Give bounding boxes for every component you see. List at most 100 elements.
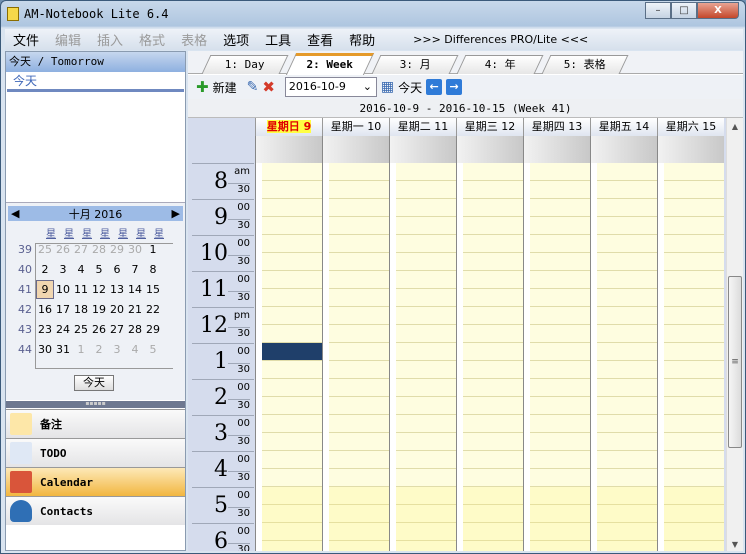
day-column[interactable] — [590, 163, 657, 551]
prev-month-button[interactable]: ◀ — [11, 207, 19, 220]
calendar-day[interactable]: 16 — [36, 303, 54, 316]
menu-item[interactable]: 编辑 — [47, 30, 89, 49]
calendar-day[interactable]: 25 — [36, 243, 54, 256]
calendar-day[interactable]: 20 — [108, 303, 126, 316]
all-day-area[interactable] — [523, 136, 590, 163]
all-day-area[interactable] — [255, 136, 322, 163]
calendar-event[interactable] — [262, 343, 322, 360]
nav-item-备注[interactable]: 备注 — [6, 409, 185, 438]
next-week-button[interactable]: → — [446, 79, 463, 95]
calendar-day[interactable]: 23 — [36, 323, 54, 336]
calendar-day[interactable]: 3 — [54, 263, 72, 276]
today-item[interactable]: 今天 — [7, 73, 184, 92]
all-day-area[interactable] — [322, 136, 389, 163]
prev-week-button[interactable]: ← — [426, 79, 443, 95]
minimize-button[interactable]: – — [645, 2, 671, 19]
calendar-day[interactable]: 4 — [72, 263, 90, 276]
calendar-day[interactable]: 2 — [90, 343, 108, 356]
tab-2[interactable]: 2: Week — [285, 53, 375, 75]
differences-link[interactable]: >>> Differences PRO/Lite <<< — [405, 33, 596, 46]
all-day-area[interactable] — [590, 136, 657, 163]
splitter-handle[interactable]: ▪▪▪▪▪ — [6, 401, 185, 408]
day-column[interactable] — [657, 163, 724, 551]
calendar-day[interactable]: 4 — [126, 343, 144, 356]
calendar-day[interactable]: 27 — [72, 243, 90, 256]
calendar-day[interactable]: 28 — [126, 323, 144, 336]
calendar-day[interactable]: 22 — [144, 303, 162, 316]
calendar-day[interactable]: 18 — [72, 303, 90, 316]
calendar-day[interactable]: 30 — [36, 343, 54, 356]
tab-3[interactable]: 3: 月 — [371, 55, 459, 74]
calendar-day[interactable]: 5 — [144, 343, 162, 356]
calendar-day[interactable]: 8 — [144, 263, 162, 276]
all-day-area[interactable] — [456, 136, 523, 163]
calendar-day[interactable]: 1 — [144, 243, 162, 256]
day-header[interactable]: 星期四 13 — [523, 118, 590, 136]
calendar-day[interactable]: 14 — [126, 283, 144, 296]
day-header[interactable]: 星期三 12 — [456, 118, 523, 136]
menu-item[interactable]: 帮助 — [341, 30, 383, 49]
calendar-day[interactable]: 24 — [54, 323, 72, 336]
calendar-day[interactable]: 2 — [36, 263, 54, 276]
day-column[interactable] — [523, 163, 590, 551]
day-column[interactable] — [389, 163, 456, 551]
scroll-up-icon[interactable]: ▲ — [727, 122, 743, 131]
tab-4[interactable]: 4: 年 — [456, 55, 544, 74]
day-header[interactable]: 星期一 10 — [322, 118, 389, 136]
menu-item[interactable]: 文件 — [5, 30, 47, 49]
new-button[interactable]: 新建 — [213, 79, 237, 96]
day-column[interactable] — [322, 163, 389, 551]
menu-item[interactable]: 查看 — [299, 30, 341, 49]
all-day-area[interactable] — [389, 136, 456, 163]
calendar-day[interactable]: 17 — [54, 303, 72, 316]
close-button[interactable]: X — [697, 2, 739, 19]
day-column[interactable] — [255, 163, 322, 551]
menu-item[interactable]: 格式 — [131, 30, 173, 49]
delete-icon[interactable]: ✖ — [262, 78, 275, 96]
menu-item[interactable]: 插入 — [89, 30, 131, 49]
calendar-day[interactable]: 31 — [54, 343, 72, 356]
calendar-day[interactable]: 3 — [108, 343, 126, 356]
day-header[interactable]: 星期日 9 — [255, 118, 322, 136]
calendar-day[interactable]: 29 — [144, 323, 162, 336]
calendar-day[interactable]: 25 — [72, 323, 90, 336]
nav-item-calendar[interactable]: Calendar — [6, 467, 185, 496]
calendar-day[interactable]: 11 — [72, 283, 90, 296]
day-header[interactable]: 星期六 15 — [657, 118, 724, 136]
scroll-down-icon[interactable]: ▼ — [727, 540, 743, 549]
calendar-day[interactable]: 26 — [90, 323, 108, 336]
calendar-day[interactable]: 1 — [72, 343, 90, 356]
edit-icon[interactable]: ✎ — [247, 79, 259, 95]
calendar-day[interactable]: 19 — [90, 303, 108, 316]
calendar-day[interactable]: 15 — [144, 283, 162, 296]
calendar-today-button[interactable]: 今天 — [74, 375, 114, 391]
calendar-day[interactable]: 30 — [126, 243, 144, 256]
calendar-day[interactable]: 28 — [90, 243, 108, 256]
calendar-day[interactable]: 21 — [126, 303, 144, 316]
tab-5[interactable]: 5: 表格 — [541, 55, 629, 74]
all-day-area[interactable] — [657, 136, 724, 163]
calendar-day[interactable]: 13 — [108, 283, 126, 296]
vertical-scrollbar[interactable]: ▲ ≡ ▼ — [726, 118, 743, 551]
nav-item-contacts[interactable]: Contacts — [6, 496, 185, 525]
menu-item[interactable]: 工具 — [257, 30, 299, 49]
calendar-day[interactable]: 6 — [108, 263, 126, 276]
menu-item[interactable]: 选项 — [215, 30, 257, 49]
date-select[interactable]: 2016-10-9 ⌄ — [284, 77, 377, 97]
scroll-thumb[interactable]: ≡ — [728, 276, 742, 448]
calendar-day[interactable]: 27 — [108, 323, 126, 336]
calendar-day[interactable]: 7 — [126, 263, 144, 276]
calendar-day[interactable]: 5 — [90, 263, 108, 276]
calendar-day[interactable]: 12 — [90, 283, 108, 296]
next-month-button[interactable]: ▶ — [172, 207, 180, 220]
nav-item-todo[interactable]: TODO — [6, 438, 185, 467]
today-button[interactable]: 今天 — [398, 79, 422, 96]
maximize-button[interactable]: □ — [671, 2, 697, 19]
calendar-day[interactable]: 9 — [36, 279, 54, 299]
tab-1[interactable]: 1: Day — [201, 55, 289, 74]
day-header[interactable]: 星期五 14 — [590, 118, 657, 136]
menu-item[interactable]: 表格 — [173, 30, 215, 49]
day-header[interactable]: 星期二 11 — [389, 118, 456, 136]
calendar-day[interactable]: 10 — [54, 283, 72, 296]
calendar-day[interactable]: 26 — [54, 243, 72, 256]
